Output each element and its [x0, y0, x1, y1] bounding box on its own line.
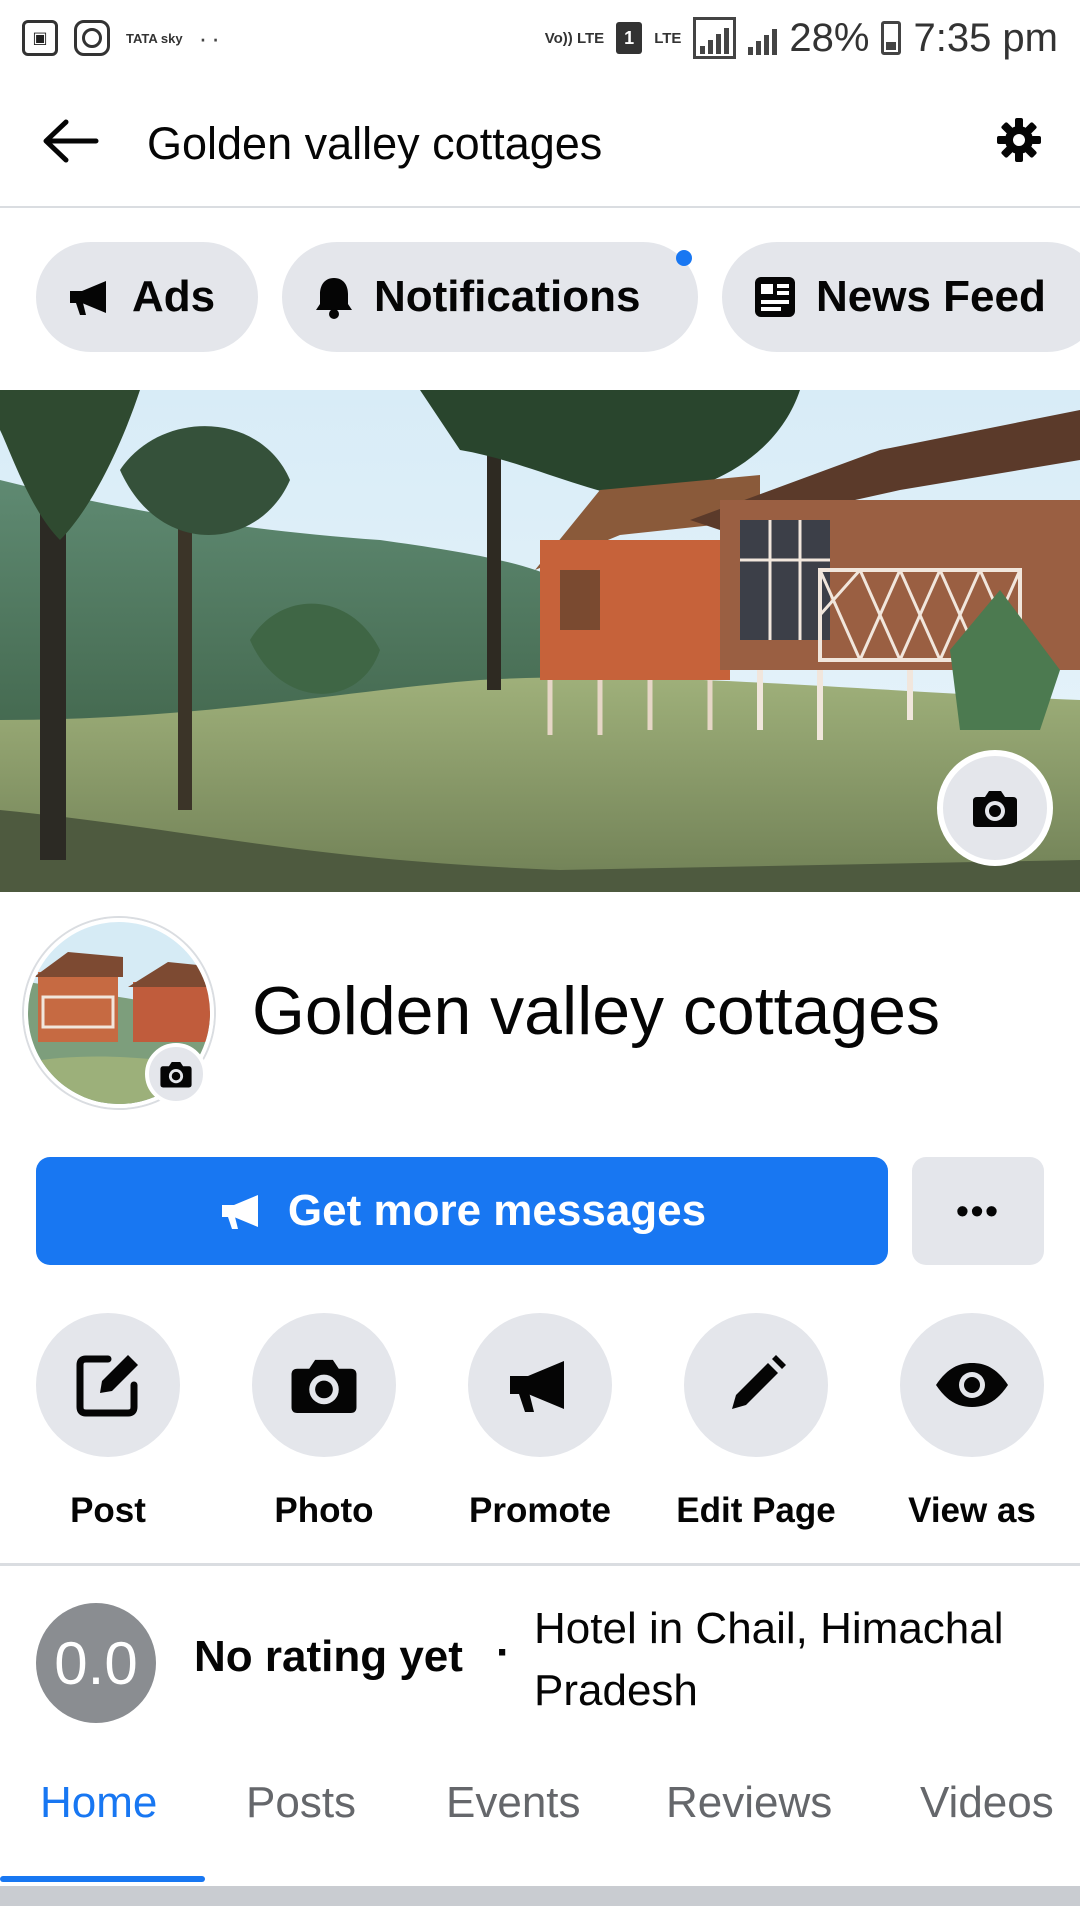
cover-image [0, 390, 1080, 892]
camera-icon [160, 1061, 192, 1088]
megaphone-icon [70, 281, 106, 315]
more-notifications-icon: ·· [198, 22, 224, 53]
news-feed-icon [755, 277, 795, 317]
signal-2-icon [748, 21, 778, 55]
chip-notifications[interactable]: Notifications [282, 242, 698, 352]
action-promote-circle[interactable] [468, 1313, 612, 1457]
volte-icon: Vo)) LTE [544, 29, 605, 47]
lte-icon: LTE [654, 29, 682, 47]
clock: 7:35 pm [913, 15, 1058, 60]
action-view-as[interactable]: View as [872, 1313, 1072, 1531]
action-photo-label: Photo [274, 1491, 374, 1530]
eye-icon [936, 1363, 1008, 1407]
notification-dot [676, 250, 692, 266]
chip-ads[interactable]: Ads [36, 242, 258, 352]
tata-sky-icon: TATA sky [126, 30, 183, 46]
more-options-button[interactable]: ••• [912, 1157, 1044, 1265]
action-view-as-label: View as [908, 1491, 1036, 1530]
cta-label: Get more messages [287, 1186, 707, 1235]
chip-notifications-label: Notifications [374, 272, 641, 321]
action-post-circle[interactable] [36, 1313, 180, 1457]
action-post[interactable]: Post [8, 1313, 208, 1531]
tab-posts[interactable]: Posts [246, 1778, 356, 1828]
bell-icon [316, 278, 352, 319]
more-options-icon: ••• [956, 1190, 1000, 1231]
megaphone-icon [510, 1361, 564, 1412]
profile-camera-button[interactable] [145, 1043, 207, 1105]
rating-badge[interactable]: 0.0 [36, 1603, 156, 1723]
action-edit-page-circle[interactable] [684, 1313, 828, 1457]
megaphone-icon [221, 1195, 258, 1229]
edit-square-icon [76, 1355, 138, 1417]
tab-home[interactable]: Home [40, 1778, 157, 1828]
action-photo-circle[interactable] [252, 1313, 396, 1457]
action-promote[interactable]: Promote [440, 1313, 640, 1531]
chip-ads-label: Ads [132, 272, 216, 321]
page-tabs: Home Posts Events Reviews Videos [0, 1778, 1080, 1858]
page-name: Golden valley cottages [252, 973, 940, 1049]
section-separator [0, 1886, 1080, 1906]
action-photo[interactable]: Photo [224, 1313, 424, 1531]
action-post-label: Post [70, 1491, 146, 1530]
action-edit-page-label: Edit Page [676, 1491, 836, 1530]
tab-events[interactable]: Events [446, 1778, 581, 1828]
camera-icon [291, 1359, 357, 1414]
chip-news-feed[interactable]: News Feed [722, 242, 1080, 352]
shortcut-chips: Ads Notifications News Feed [0, 242, 1080, 354]
rating-separator: · [496, 1628, 511, 1677]
header-title: Golden valley cottages [147, 118, 603, 169]
gallery-icon: ▣ [22, 20, 58, 56]
status-right: Vo)) LTE 1 LTE 28% 7:35 pm [545, 16, 1058, 61]
camera-icon [973, 791, 1017, 827]
battery-percent: 28% [789, 15, 870, 60]
status-bar: ▣ TATA sky ·· Vo)) LTE 1 LTE 28% 7:35 pm [0, 0, 1080, 76]
arrow-left-icon[interactable] [40, 116, 100, 166]
sim-icon: 1 [616, 22, 643, 54]
cover-photo[interactable] [0, 390, 1080, 892]
active-tab-indicator [0, 1876, 205, 1882]
chip-news-feed-label: News Feed [816, 272, 1046, 321]
pencil-icon [732, 1355, 786, 1409]
signal-icon [693, 17, 737, 59]
rating-text[interactable]: No rating yet [194, 1632, 463, 1682]
battery-icon [881, 21, 902, 55]
tab-videos[interactable]: Videos [920, 1778, 1054, 1828]
get-more-messages-button[interactable]: Get more messages [36, 1157, 888, 1265]
action-edit-page[interactable]: Edit Page [656, 1313, 856, 1531]
tab-reviews[interactable]: Reviews [666, 1778, 832, 1828]
divider [0, 1563, 1080, 1566]
status-left: ▣ TATA sky ·· [22, 20, 224, 56]
page-category: Hotel in Chail, Himachal Pradesh [534, 1604, 1004, 1715]
page-header: Golden valley cottages [0, 76, 1080, 208]
instagram-icon [74, 20, 110, 56]
action-view-as-circle[interactable] [900, 1313, 1044, 1457]
cover-camera-button[interactable] [937, 750, 1053, 866]
gear-icon[interactable] [995, 116, 1043, 164]
action-promote-label: Promote [469, 1491, 611, 1530]
